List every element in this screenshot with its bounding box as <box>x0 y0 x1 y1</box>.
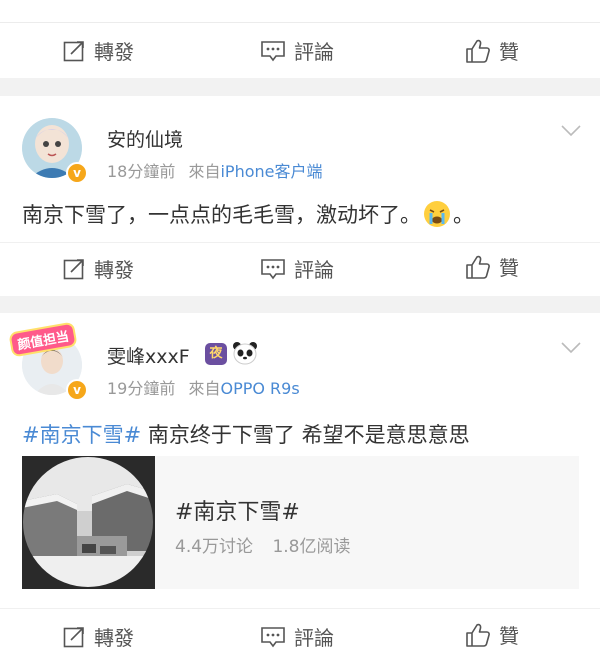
comment-label: 評論 <box>294 626 334 650</box>
member-badge-icon: 夜 <box>205 343 227 365</box>
post-meta: 19分鐘前 來自OPPO R9s <box>107 375 300 399</box>
topic-link[interactable]: #南京下雪# <box>22 423 141 447</box>
like-button[interactable]: 贊 <box>465 36 519 65</box>
repost-button[interactable]: 轉發 <box>62 622 134 651</box>
repost-button[interactable]: 轉發 <box>62 254 134 283</box>
divider <box>0 608 600 609</box>
from-label: 來自 <box>188 379 221 398</box>
comment-button[interactable]: 評論 <box>260 622 334 651</box>
post-card-3: 颜值担当 v 雯峰xxxF 夜 19分鐘前 來自OPPO R9s #南京下雪# … <box>0 313 600 657</box>
repost-icon <box>63 626 84 647</box>
from-label: 來自 <box>188 162 221 181</box>
comment-label: 評論 <box>294 258 334 282</box>
repost-label: 轉發 <box>94 258 134 282</box>
post-source[interactable]: iPhone客户端 <box>220 162 322 181</box>
comment-icon <box>261 626 285 647</box>
post-meta: 18分鐘前 來自iPhone客户端 <box>107 158 323 182</box>
username[interactable]: 雯峰xxxF <box>107 342 190 369</box>
verified-badge: v <box>66 379 88 401</box>
repost-button[interactable]: 轉發 <box>62 36 134 65</box>
post-source[interactable]: OPPO R9s <box>220 379 299 398</box>
repost-icon <box>63 258 84 279</box>
post-text: #南京下雪# 南京终于下雪了 希望不是意思意思 <box>22 423 470 447</box>
divider <box>0 22 600 23</box>
topic-discuss-count: 4.4万讨论 <box>175 537 254 557</box>
topic-read-count: 1.8亿阅读 <box>272 537 351 557</box>
topic-card-title: #南京下雪# <box>175 500 300 525</box>
divider <box>0 242 600 243</box>
like-button[interactable]: 贊 <box>465 252 519 281</box>
chevron-down-icon[interactable] <box>560 341 582 355</box>
like-label: 贊 <box>499 40 519 64</box>
post-time: 18分鐘前 <box>107 162 176 181</box>
thumbs-up-icon <box>466 255 490 279</box>
verified-badge: v <box>66 162 88 184</box>
comment-button[interactable]: 評論 <box>260 254 334 283</box>
repost-label: 轉發 <box>94 626 134 650</box>
topic-card[interactable]: #南京下雪# 4.4万讨论 1.8亿阅读 <box>22 456 579 589</box>
repost-icon <box>63 40 84 61</box>
like-button[interactable]: 贊 <box>465 620 519 649</box>
comment-icon <box>261 40 285 61</box>
username[interactable]: 安的仙境 <box>107 125 183 152</box>
post-card-1: 轉發 評論 贊 <box>0 0 600 78</box>
thumbs-up-icon <box>466 39 490 63</box>
chevron-down-icon[interactable] <box>560 124 582 138</box>
comment-button[interactable]: 評論 <box>260 36 334 65</box>
comment-icon <box>261 258 285 279</box>
comment-label: 評論 <box>294 40 334 64</box>
topic-card-stats: 4.4万讨论 1.8亿阅读 <box>175 532 351 557</box>
post-text: 南京下雪了，一点点的毛毛雪，激动坏了。 。 <box>22 199 474 233</box>
thumbs-up-icon <box>466 623 490 647</box>
topic-card-image <box>22 456 155 589</box>
repost-label: 轉發 <box>94 40 134 64</box>
like-label: 贊 <box>499 256 519 280</box>
crying-face-icon <box>423 200 451 233</box>
panda-icon <box>232 341 258 369</box>
post-card-2: v 安的仙境 18分鐘前 來自iPhone客户端 南京下雪了，一点点的毛毛雪，激… <box>0 96 600 296</box>
like-label: 贊 <box>499 624 519 648</box>
post-time: 19分鐘前 <box>107 379 176 398</box>
